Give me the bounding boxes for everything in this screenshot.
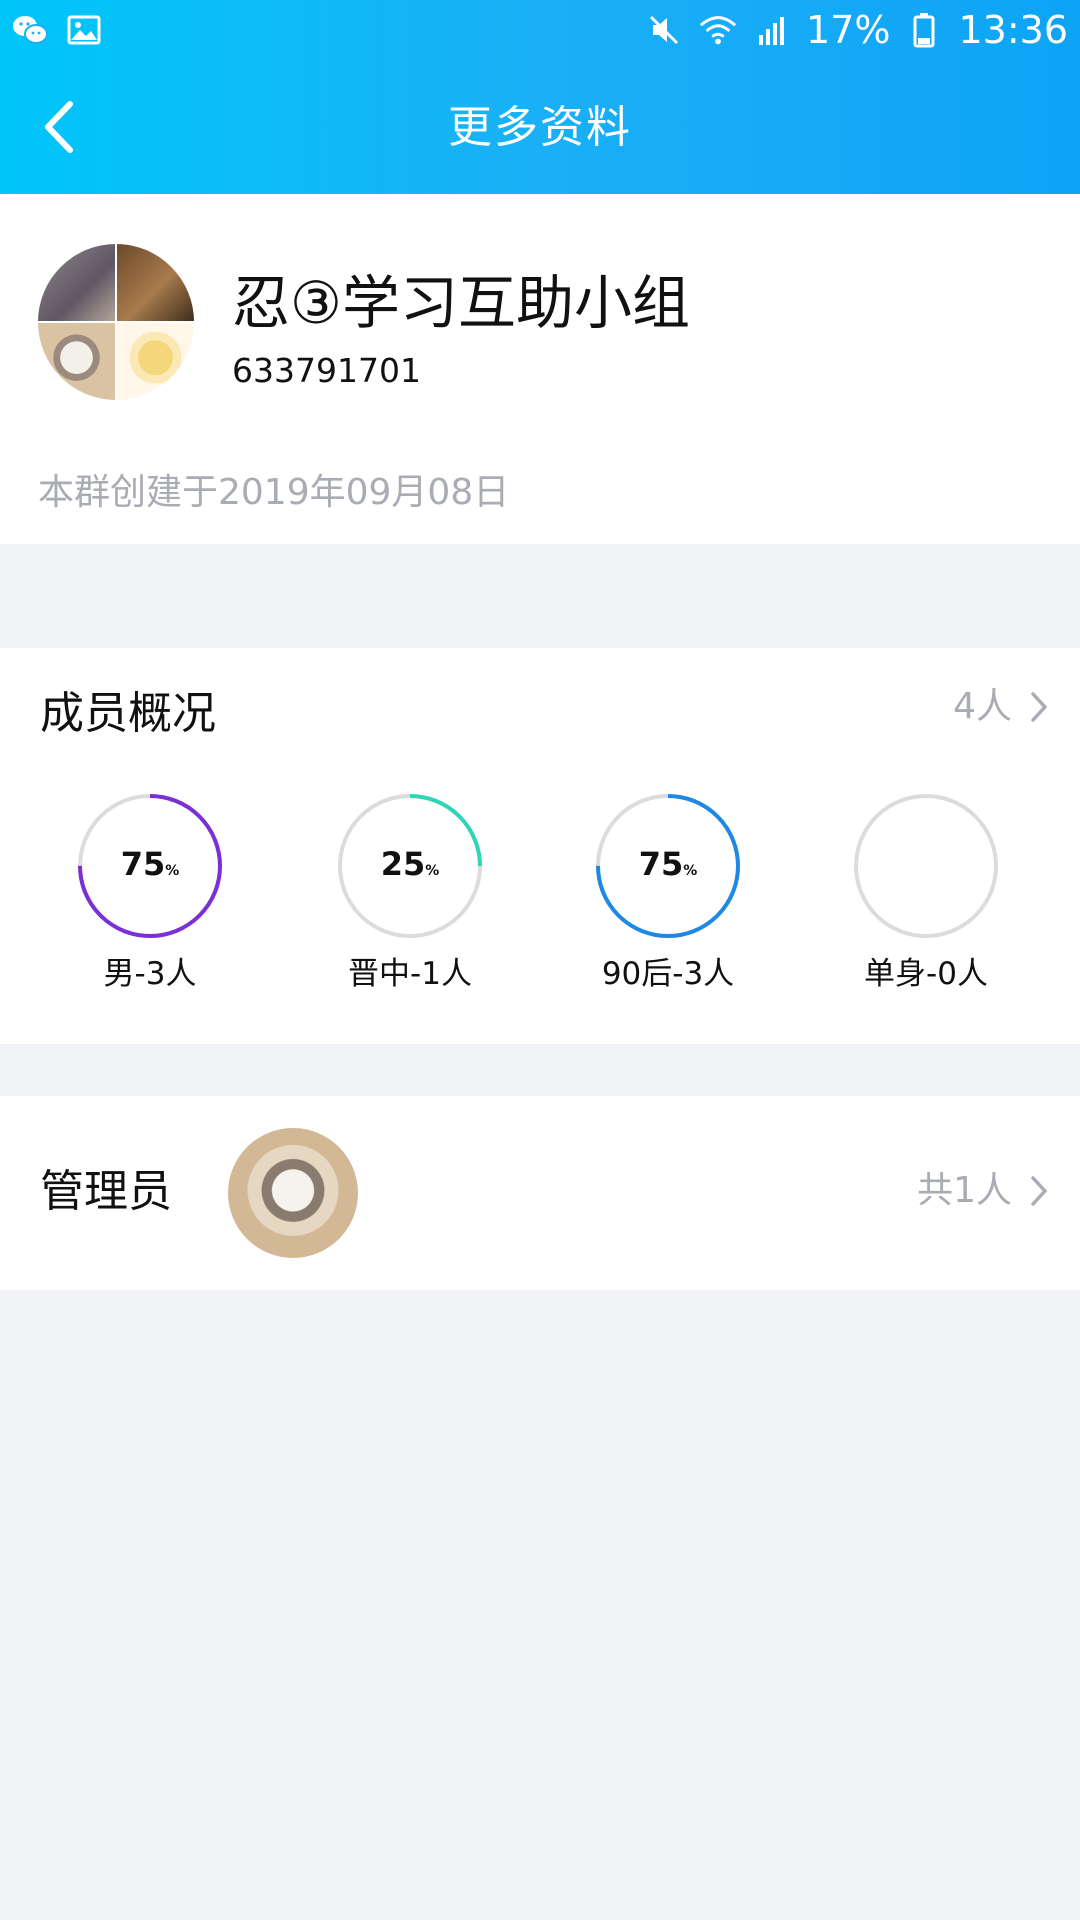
member-overview-title: 成员概况 (40, 688, 216, 739)
progress-ring (852, 792, 1000, 940)
wifi-icon (698, 10, 738, 50)
progress-ring: 75% (594, 792, 742, 940)
battery-percent: 17% (806, 8, 891, 52)
stat-label: 晋中-1人 (348, 956, 472, 992)
progress-ring: 25% (336, 792, 484, 940)
avatar-tile (117, 323, 194, 400)
status-left (10, 10, 104, 50)
nav-bar: 更多资料 (0, 70, 1080, 190)
mute-icon (644, 10, 684, 50)
image-icon (64, 10, 104, 50)
chevron-right-icon (1031, 692, 1047, 722)
admin-card[interactable]: 管理员 共1人 (0, 1096, 1080, 1290)
ring-value: 25% (336, 842, 484, 893)
stat-age: 75% 90后-3人 (558, 792, 778, 994)
admin-avatar[interactable] (228, 1128, 358, 1258)
stat-gender: 75% 男-3人 (40, 792, 260, 994)
avatar-tile (38, 244, 115, 321)
group-avatar[interactable] (38, 244, 194, 400)
member-count: 4人 (953, 686, 1012, 727)
member-count-link[interactable]: 4人 (953, 684, 1050, 730)
ring-value: 75% (594, 842, 742, 893)
group-created-date: 本群创建于2019年09月08日 (38, 472, 510, 513)
ring-number: 75 (638, 845, 684, 883)
stat-single: 单身-0人 (816, 792, 1036, 994)
progress-ring: 75% (76, 792, 224, 940)
ring-number: 75 (120, 845, 166, 883)
status-right: 17% 13:36 (644, 8, 1068, 52)
ring-unit: % (683, 863, 698, 879)
stat-label: 男-3人 (103, 956, 197, 992)
ring-number: 25 (380, 845, 426, 883)
group-info-card: 忍③学习互助小组 633791701 本群创建于2019年09月08日 (0, 194, 1080, 544)
signal-4g-icon (752, 10, 792, 50)
stat-label: 90后-3人 (601, 956, 735, 992)
clock: 13:36 (958, 8, 1068, 52)
admin-count-link[interactable]: 共1人 (917, 1168, 1050, 1214)
admin-count: 共1人 (917, 1170, 1012, 1211)
page-title: 更多资料 (448, 102, 632, 153)
ring-unit: % (165, 863, 180, 879)
stat-region: 25% 晋中-1人 (300, 792, 520, 994)
status-bar: 17% 13:36 (0, 0, 1080, 60)
member-stats: 75% 男-3人 25% 晋中-1人 75% 90后-3人 单身-0人 (0, 792, 1080, 1012)
admin-title: 管理员 (40, 1166, 172, 1217)
group-id: 633791701 (232, 351, 421, 390)
member-overview-card[interactable]: 成员概况 4人 75% 男-3人 25% 晋中-1人 75% 90后-3人 单身… (0, 648, 1080, 1044)
group-name: 忍③学习互助小组 (232, 269, 690, 337)
avatar-tile (38, 323, 115, 400)
app-header: 17% 13:36 更多资料 (0, 0, 1080, 194)
ring-value: 75% (76, 842, 224, 893)
chevron-right-icon (1031, 1176, 1047, 1206)
stat-label: 单身-0人 (864, 956, 988, 992)
avatar-tile (117, 244, 194, 321)
ring-unit: % (425, 863, 440, 879)
wechat-icon (10, 10, 50, 50)
battery-icon (904, 10, 944, 50)
